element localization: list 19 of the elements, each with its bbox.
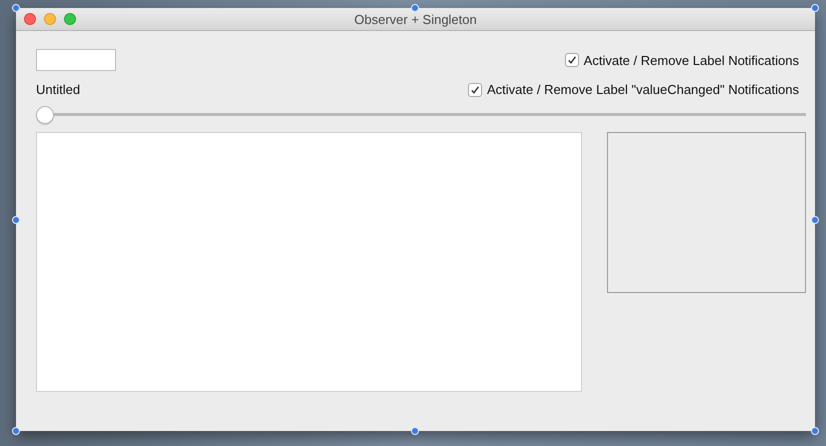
selection-handle[interactable]: [811, 216, 819, 224]
selection-handle[interactable]: [811, 427, 819, 435]
checkbox-label[interactable]: Activate / Remove Label Notifications: [584, 52, 799, 68]
window-title: Observer + Singleton: [354, 12, 477, 26]
zoom-button[interactable]: [64, 13, 76, 25]
selection-handle[interactable]: [411, 427, 419, 435]
selection-handle[interactable]: [12, 427, 20, 435]
close-button[interactable]: [24, 13, 36, 25]
text-label: Untitled: [36, 82, 82, 97]
text-field[interactable]: [36, 49, 116, 71]
slider-thumb[interactable]: [36, 106, 54, 124]
checkbox[interactable]: [468, 82, 482, 96]
selection-handle[interactable]: [12, 4, 20, 12]
selection-handle[interactable]: [811, 4, 819, 12]
checkbox[interactable]: [564, 53, 579, 67]
checkbox-label[interactable]: Activate / Remove Label "valueChanged" Notifications: [486, 82, 799, 97]
selection-handle[interactable]: [411, 4, 419, 12]
selection-handle[interactable]: [12, 216, 20, 224]
minimize-button[interactable]: [44, 13, 56, 25]
